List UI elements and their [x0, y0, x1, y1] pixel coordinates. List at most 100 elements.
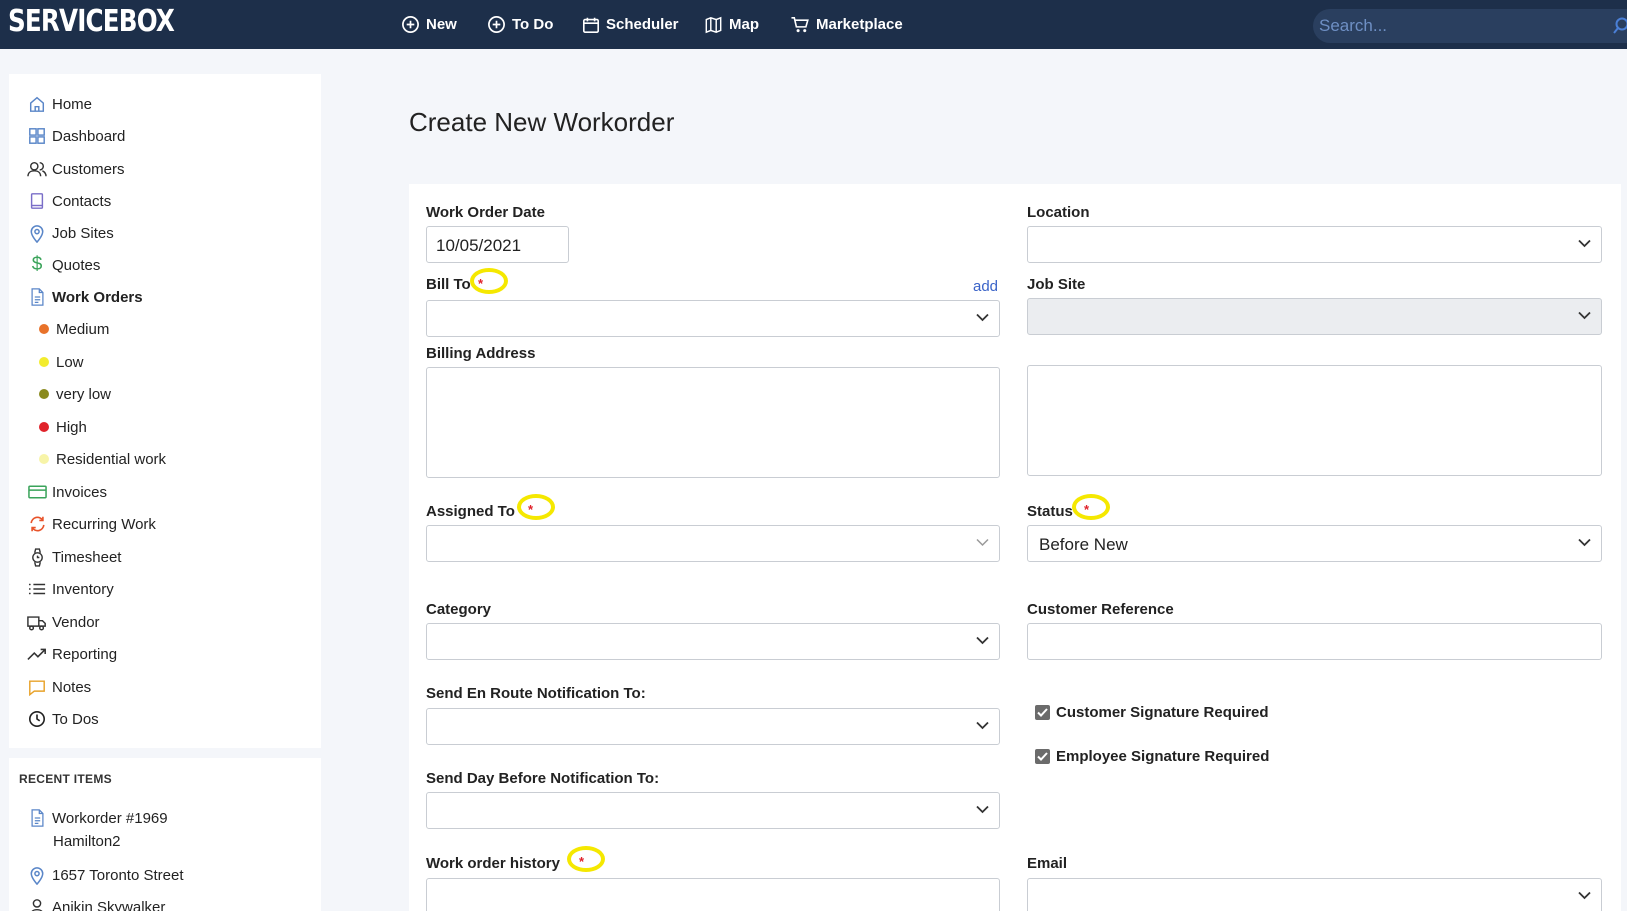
dashboard-icon: [26, 125, 48, 147]
billing-address-textarea[interactable]: [426, 367, 1000, 478]
sidebar-item-home[interactable]: Home: [26, 92, 92, 116]
priority-dot: [39, 324, 49, 334]
nav-marketplace[interactable]: Marketplace: [790, 0, 903, 49]
recent-item[interactable]: Anikin Skywalker: [26, 895, 165, 911]
calendar-icon: [582, 17, 600, 33]
chat-icon: [26, 676, 48, 698]
search-box: [1313, 9, 1627, 43]
priority-label: Medium: [56, 320, 110, 338]
sidebar-item-contacts[interactable]: Contacts: [26, 189, 111, 213]
category-label: Category: [426, 601, 492, 618]
nav-new-label: New: [426, 16, 457, 33]
brand-logo[interactable]: SERVICEBOX: [8, 4, 175, 39]
email-select[interactable]: [1027, 878, 1602, 911]
sidebar-item-label: Job Sites: [52, 224, 114, 242]
sidebar-item-label: Vendor: [52, 613, 100, 631]
check-icon: [1037, 752, 1048, 761]
sidebar-item-invoices[interactable]: Invoices: [26, 480, 107, 504]
day-before-notification-select[interactable]: [426, 792, 1000, 829]
bill-to-label: Bill To: [426, 276, 471, 293]
location-pin-icon: [26, 222, 48, 244]
sidebar-item-vendor[interactable]: Vendor: [26, 610, 100, 634]
work-order-date-label: Work Order Date: [426, 204, 545, 221]
sidebar-item-timesheet[interactable]: Timesheet: [26, 545, 121, 569]
priority-residential-work[interactable]: Residential work: [39, 447, 166, 471]
priority-very-low[interactable]: very low: [39, 382, 111, 406]
priority-label: very low: [56, 385, 112, 403]
email-label: Email: [1027, 855, 1068, 872]
chevron-down-icon: [976, 636, 989, 645]
search-icon[interactable]: [1613, 17, 1627, 35]
customer-reference-input[interactable]: [1027, 623, 1602, 660]
sidebar-item-recurring-work[interactable]: Recurring Work: [26, 512, 156, 536]
chevron-down-icon: [1578, 538, 1591, 547]
en-route-notification-label: Send En Route Notification To:: [426, 685, 646, 702]
nav-todo[interactable]: To Do: [487, 0, 553, 49]
chevron-down-icon: [976, 721, 989, 730]
highlight-ring: [470, 268, 508, 294]
status-value: Before New: [1039, 535, 1128, 554]
search-input[interactable]: [1319, 13, 1589, 39]
location-pin-icon: [26, 864, 48, 886]
chevron-down-icon: [976, 313, 989, 322]
nav-map[interactable]: Map: [704, 0, 759, 49]
sidebar-item-to-dos[interactable]: To Dos: [26, 707, 99, 731]
job-site-address-textarea[interactable]: [1027, 365, 1602, 476]
priority-high[interactable]: High: [39, 415, 87, 439]
refresh-icon: [26, 513, 48, 535]
book-icon: [26, 190, 48, 212]
sidebar-item-inventory[interactable]: Inventory: [26, 577, 114, 601]
sidebar-item-label: Notes: [52, 678, 92, 696]
en-route-notification-select[interactable]: [426, 708, 1000, 745]
bill-to-label-text: Bill To: [426, 276, 471, 293]
sidebar-item-label: Contacts: [52, 192, 112, 210]
top-navbar: SERVICEBOX New To Do Scheduler Map Marke…: [0, 0, 1627, 49]
sidebar-item-label: Dashboard: [52, 127, 126, 145]
add-bill-to-link[interactable]: add: [973, 278, 998, 295]
chevron-down-icon: [1578, 311, 1591, 320]
workorder-form: Work Order Date 10/05/2021 Bill To * add…: [409, 184, 1621, 911]
employee-signature-label: Employee Signature Required: [1056, 748, 1270, 765]
bill-to-select[interactable]: [426, 300, 1000, 337]
priority-dot: [39, 422, 49, 432]
nav-new[interactable]: New: [401, 0, 457, 49]
highlight-ring: [517, 494, 555, 520]
nav-scheduler[interactable]: Scheduler: [582, 0, 679, 49]
highlight-ring: [567, 846, 605, 872]
home-icon: [26, 93, 48, 115]
nav-todo-label: To Do: [512, 16, 554, 33]
sidebar-item-job-sites[interactable]: Job Sites: [26, 221, 114, 245]
sidebar-item-dashboard[interactable]: Dashboard: [26, 124, 125, 148]
sidebar-item-reporting[interactable]: Reporting: [26, 642, 117, 666]
sidebar-item-customers[interactable]: Customers: [26, 157, 125, 181]
recent-item[interactable]: Workorder #1969: [26, 806, 168, 830]
check-icon: [1037, 708, 1048, 717]
recent-item-title: Workorder #1969: [52, 809, 168, 827]
page-title: Create New Workorder: [409, 107, 675, 137]
recent-item-subtitle-text: Hamilton2: [53, 832, 121, 850]
plus-circle-icon: [402, 16, 419, 33]
users-icon: [26, 158, 48, 180]
sidebar-item-quotes[interactable]: $ Quotes: [26, 253, 101, 277]
work-order-history-textarea[interactable]: [426, 878, 1000, 911]
status-label: Status: [1027, 503, 1073, 520]
sidebar-item-work-orders[interactable]: Work Orders: [26, 285, 143, 309]
priority-dot: [39, 389, 49, 399]
sidebar-item-notes[interactable]: Notes: [26, 675, 91, 699]
chevron-down-icon: [1578, 239, 1591, 248]
job-site-select[interactable]: [1027, 298, 1602, 335]
work-order-date-field[interactable]: 10/05/2021: [426, 226, 569, 263]
status-select[interactable]: Before New: [1027, 525, 1602, 562]
employee-signature-checkbox[interactable]: [1035, 749, 1050, 764]
recent-items-panel: RECENT ITEMS Workorder #1969 Hamilton2 1…: [9, 758, 321, 911]
recent-item-title: Anikin Skywalker: [52, 898, 166, 911]
customer-signature-label: Customer Signature Required: [1056, 704, 1269, 721]
sidebar-item-label: Recurring Work: [52, 515, 156, 533]
location-select[interactable]: [1027, 226, 1602, 263]
priority-medium[interactable]: Medium: [39, 317, 109, 341]
priority-low[interactable]: Low: [39, 350, 84, 374]
customer-signature-checkbox[interactable]: [1035, 705, 1050, 720]
assigned-to-select[interactable]: [426, 525, 1000, 562]
category-select[interactable]: [426, 623, 1000, 660]
recent-item[interactable]: 1657 Toronto Street: [26, 863, 183, 887]
